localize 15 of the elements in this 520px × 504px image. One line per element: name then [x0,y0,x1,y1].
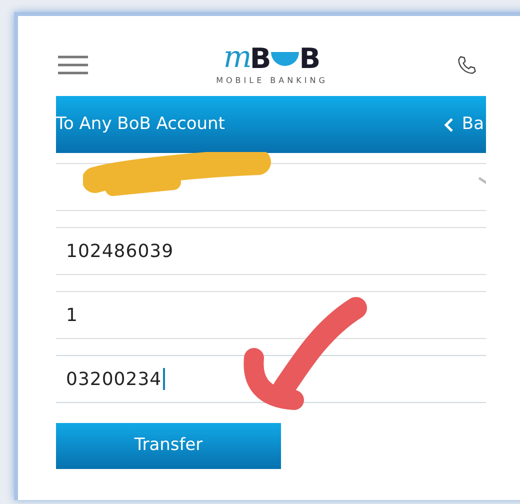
dropdown-field[interactable] [56,163,486,211]
phone-icon[interactable] [456,54,478,76]
page-title: To Any BoB Account [56,112,225,136]
logo-letter: B [299,45,321,73]
input-field[interactable]: 03200234 [56,355,486,403]
menu-icon[interactable] [58,55,88,75]
logo-letter: m [223,43,250,73]
text-cursor [162,368,165,390]
input-field[interactable]: 102486039 [56,227,486,275]
logo-tagline: MOBILE BANKING [216,75,328,87]
back-button[interactable]: Ba [444,112,486,138]
transfer-button[interactable]: Transfer [56,423,281,469]
chevron-left-icon [444,116,454,132]
logo-letter: B [250,45,272,73]
input-field[interactable]: 1 [56,291,486,339]
